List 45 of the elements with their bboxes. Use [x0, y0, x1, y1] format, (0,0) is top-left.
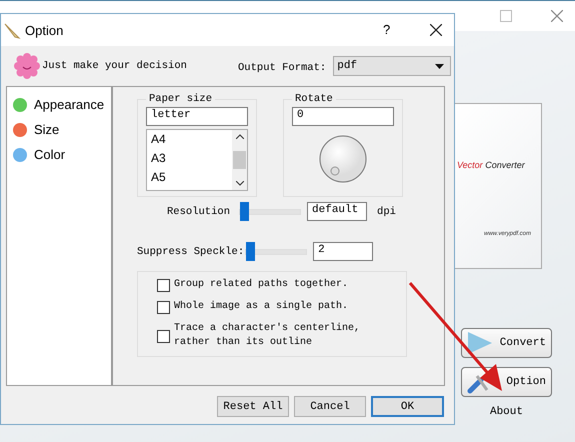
list-item[interactable]: A3: [151, 151, 228, 170]
logo-text: Converter: [485, 160, 525, 170]
down-icon: [236, 181, 244, 186]
window-title: Option: [25, 22, 64, 38]
unit-label: dpi: [377, 206, 396, 218]
dialog-button[interactable]: Reset All: [217, 396, 289, 417]
paper-size-field[interactable]: letter: [146, 107, 248, 126]
smiley-flower-icon: [14, 53, 40, 79]
resolution-field[interactable]: default: [307, 202, 368, 221]
category-item[interactable]: Size: [7, 117, 111, 142]
checkbox[interactable]: [157, 278, 170, 292]
slider-thumb[interactable]: [246, 242, 256, 260]
checkbox[interactable]: [157, 330, 170, 342]
rotation-knob[interactable]: [319, 135, 367, 183]
up-icon: [236, 134, 244, 139]
speckle-field[interactable]: 2: [313, 242, 374, 261]
tagline-text: Just make your decision: [42, 60, 188, 72]
logo-text: Vector: [457, 160, 483, 170]
dialog-button[interactable]: Cancel: [294, 396, 366, 417]
close-icon[interactable]: [430, 24, 442, 36]
output-format-dropdown[interactable]: pdf: [333, 56, 452, 76]
category-item[interactable]: Appearance: [7, 92, 111, 117]
option-button[interactable]: Option: [461, 367, 552, 397]
convert-button[interactable]: Convert: [461, 328, 552, 358]
scrollbar[interactable]: [232, 130, 247, 190]
checkbox[interactable]: [157, 300, 170, 314]
speckle-label: Suppress Speckle:: [137, 246, 244, 258]
list-item[interactable]: A5: [151, 170, 228, 189]
about-link[interactable]: About: [490, 406, 523, 418]
group-title: Rotate: [294, 93, 334, 105]
rotate-field[interactable]: 0: [292, 107, 394, 126]
output-format-label: Output Format:: [238, 62, 326, 74]
play-icon: [467, 331, 493, 355]
checkbox-label: Group related paths together.: [174, 278, 348, 292]
dialog-button[interactable]: OK: [371, 396, 444, 417]
dropdown-arrow-icon: [435, 64, 444, 68]
category-item[interactable]: Color: [7, 142, 111, 167]
help-button[interactable]: ?: [383, 22, 390, 37]
group-title: Paper size: [148, 93, 214, 105]
resolution-label: Resolution: [167, 206, 230, 218]
pencil-icon: [3, 21, 21, 39]
checkbox-label: Whole image as a single path.: [174, 300, 348, 314]
list-item[interactable]: A4: [151, 132, 228, 151]
slider-thumb[interactable]: [240, 202, 250, 220]
checkbox-label: Trace a character's centerline, rather than its outline: [174, 322, 360, 350]
